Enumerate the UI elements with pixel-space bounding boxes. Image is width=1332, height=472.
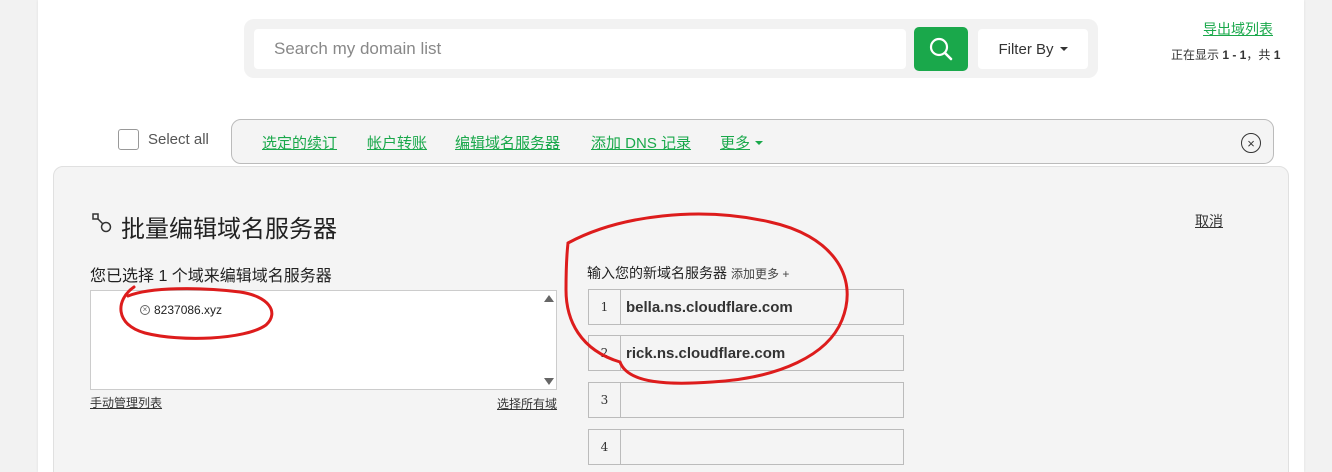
chevron-down-icon — [755, 140, 764, 145]
chevron-down-icon — [1059, 47, 1068, 51]
nameserver-row: 1 — [588, 289, 904, 325]
nameserver-index: 2 — [589, 336, 621, 370]
showing-total: 1 — [1273, 48, 1281, 62]
showing-mid: ，共 — [1246, 48, 1274, 62]
nameserver-input-4[interactable] — [621, 430, 903, 464]
nameserver-row: 3 — [588, 382, 904, 418]
nameserver-index: 1 — [589, 290, 621, 324]
domain-name: 8237086.xyz — [154, 303, 223, 317]
nameserver-row: 4 — [588, 429, 904, 465]
action-account-transfer[interactable]: 帐户转账 — [367, 132, 427, 153]
action-add-dns-record[interactable]: 添加 DNS 记录 — [591, 132, 691, 153]
action-renew-selected[interactable]: 选定的续订 — [262, 132, 337, 153]
action-more[interactable]: 更多 — [720, 132, 764, 153]
nameserver-index: 4 — [589, 430, 621, 464]
filter-by-button[interactable]: Filter By — [978, 29, 1088, 69]
manual-manage-list-link[interactable]: 手动管理列表 — [90, 394, 162, 411]
nameserver-row: 2 — [588, 335, 904, 371]
select-all-label: Select all — [148, 131, 209, 148]
nameserver-input-1[interactable] — [621, 290, 903, 324]
nameserver-label-text: 输入您的新域名服务器 — [587, 265, 727, 281]
nameserver-label: 输入您的新域名服务器 添加更多 + — [587, 263, 789, 283]
scroll-down-arrow[interactable] — [544, 378, 554, 385]
showing-prefix: 正在显示 — [1171, 48, 1223, 62]
export-domain-list-link[interactable]: 导出域列表 — [1203, 19, 1273, 39]
nameserver-input-2[interactable] — [621, 336, 903, 370]
domain-item[interactable]: × 8237086.xyz — [140, 303, 222, 317]
filter-label: Filter By — [998, 40, 1054, 58]
action-more-label: 更多 — [720, 135, 751, 152]
cancel-link[interactable]: 取消 — [1195, 211, 1223, 231]
select-all-domains-link[interactable]: 选择所有域 — [497, 395, 557, 412]
nameserver-input-3[interactable] — [621, 383, 903, 417]
panel-title: 批量编辑域名服务器 — [121, 216, 337, 243]
selected-domains-label: 您已选择 1 个域来编辑域名服务器 — [90, 268, 332, 285]
remove-domain-icon[interactable]: × — [140, 305, 150, 315]
scroll-up-arrow[interactable] — [544, 295, 554, 302]
search-icon — [929, 37, 953, 61]
search-input[interactable] — [254, 29, 906, 69]
showing-count: 正在显示 1 - 1，共 1 — [1171, 46, 1280, 63]
add-more-link[interactable]: 添加更多 + — [731, 267, 789, 281]
showing-range: 1 - 1 — [1222, 48, 1247, 62]
select-all[interactable]: Select all — [118, 129, 209, 150]
select-all-checkbox[interactable] — [118, 129, 139, 150]
nameserver-index: 3 — [589, 383, 621, 417]
action-edit-nameservers[interactable]: 编辑域名服务器 — [455, 132, 560, 153]
nameserver-edit-icon — [92, 213, 112, 233]
close-circle-icon[interactable]: × — [1241, 133, 1261, 153]
search-button[interactable] — [914, 27, 968, 71]
